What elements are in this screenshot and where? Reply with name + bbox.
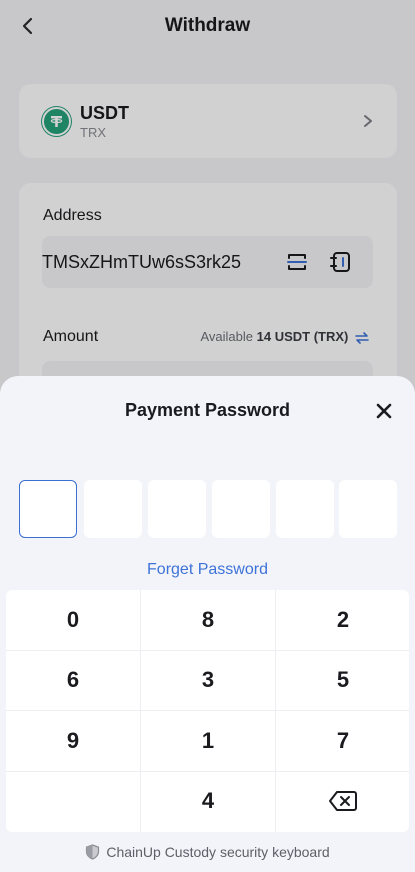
key-0[interactable]: 0 bbox=[6, 590, 140, 650]
pin-input[interactable] bbox=[19, 480, 397, 538]
close-icon bbox=[376, 403, 392, 419]
key-1[interactable]: 1 bbox=[141, 711, 275, 771]
forget-password-link[interactable]: Forget Password bbox=[0, 561, 415, 579]
payment-password-sheet: Payment Password Forget Password 0 8 2 6… bbox=[0, 376, 415, 872]
key-7[interactable]: 7 bbox=[276, 711, 409, 771]
backspace-icon bbox=[329, 791, 357, 811]
shield-icon bbox=[86, 844, 100, 860]
key-5[interactable]: 5 bbox=[276, 650, 409, 710]
key-8[interactable]: 8 bbox=[141, 590, 275, 650]
pin-digit-3[interactable] bbox=[148, 480, 206, 538]
key-9[interactable]: 9 bbox=[6, 711, 140, 771]
key-3[interactable]: 3 bbox=[141, 650, 275, 710]
key-2[interactable]: 2 bbox=[276, 590, 409, 650]
pin-digit-4[interactable] bbox=[212, 480, 270, 538]
backspace-key[interactable] bbox=[276, 771, 409, 831]
keyboard-footer: ChainUp Custody security keyboard bbox=[0, 844, 415, 860]
pin-digit-1[interactable] bbox=[19, 480, 77, 538]
close-button[interactable] bbox=[375, 402, 393, 420]
security-keypad: 0 8 2 6 3 5 9 1 7 4 bbox=[6, 590, 409, 832]
pin-digit-2[interactable] bbox=[84, 480, 142, 538]
key-6[interactable]: 6 bbox=[6, 650, 140, 710]
pin-digit-5[interactable] bbox=[276, 480, 334, 538]
pin-digit-6[interactable] bbox=[339, 480, 397, 538]
key-4[interactable]: 4 bbox=[141, 771, 275, 831]
sheet-title: Payment Password bbox=[124, 400, 291, 420]
key-empty bbox=[6, 771, 140, 831]
